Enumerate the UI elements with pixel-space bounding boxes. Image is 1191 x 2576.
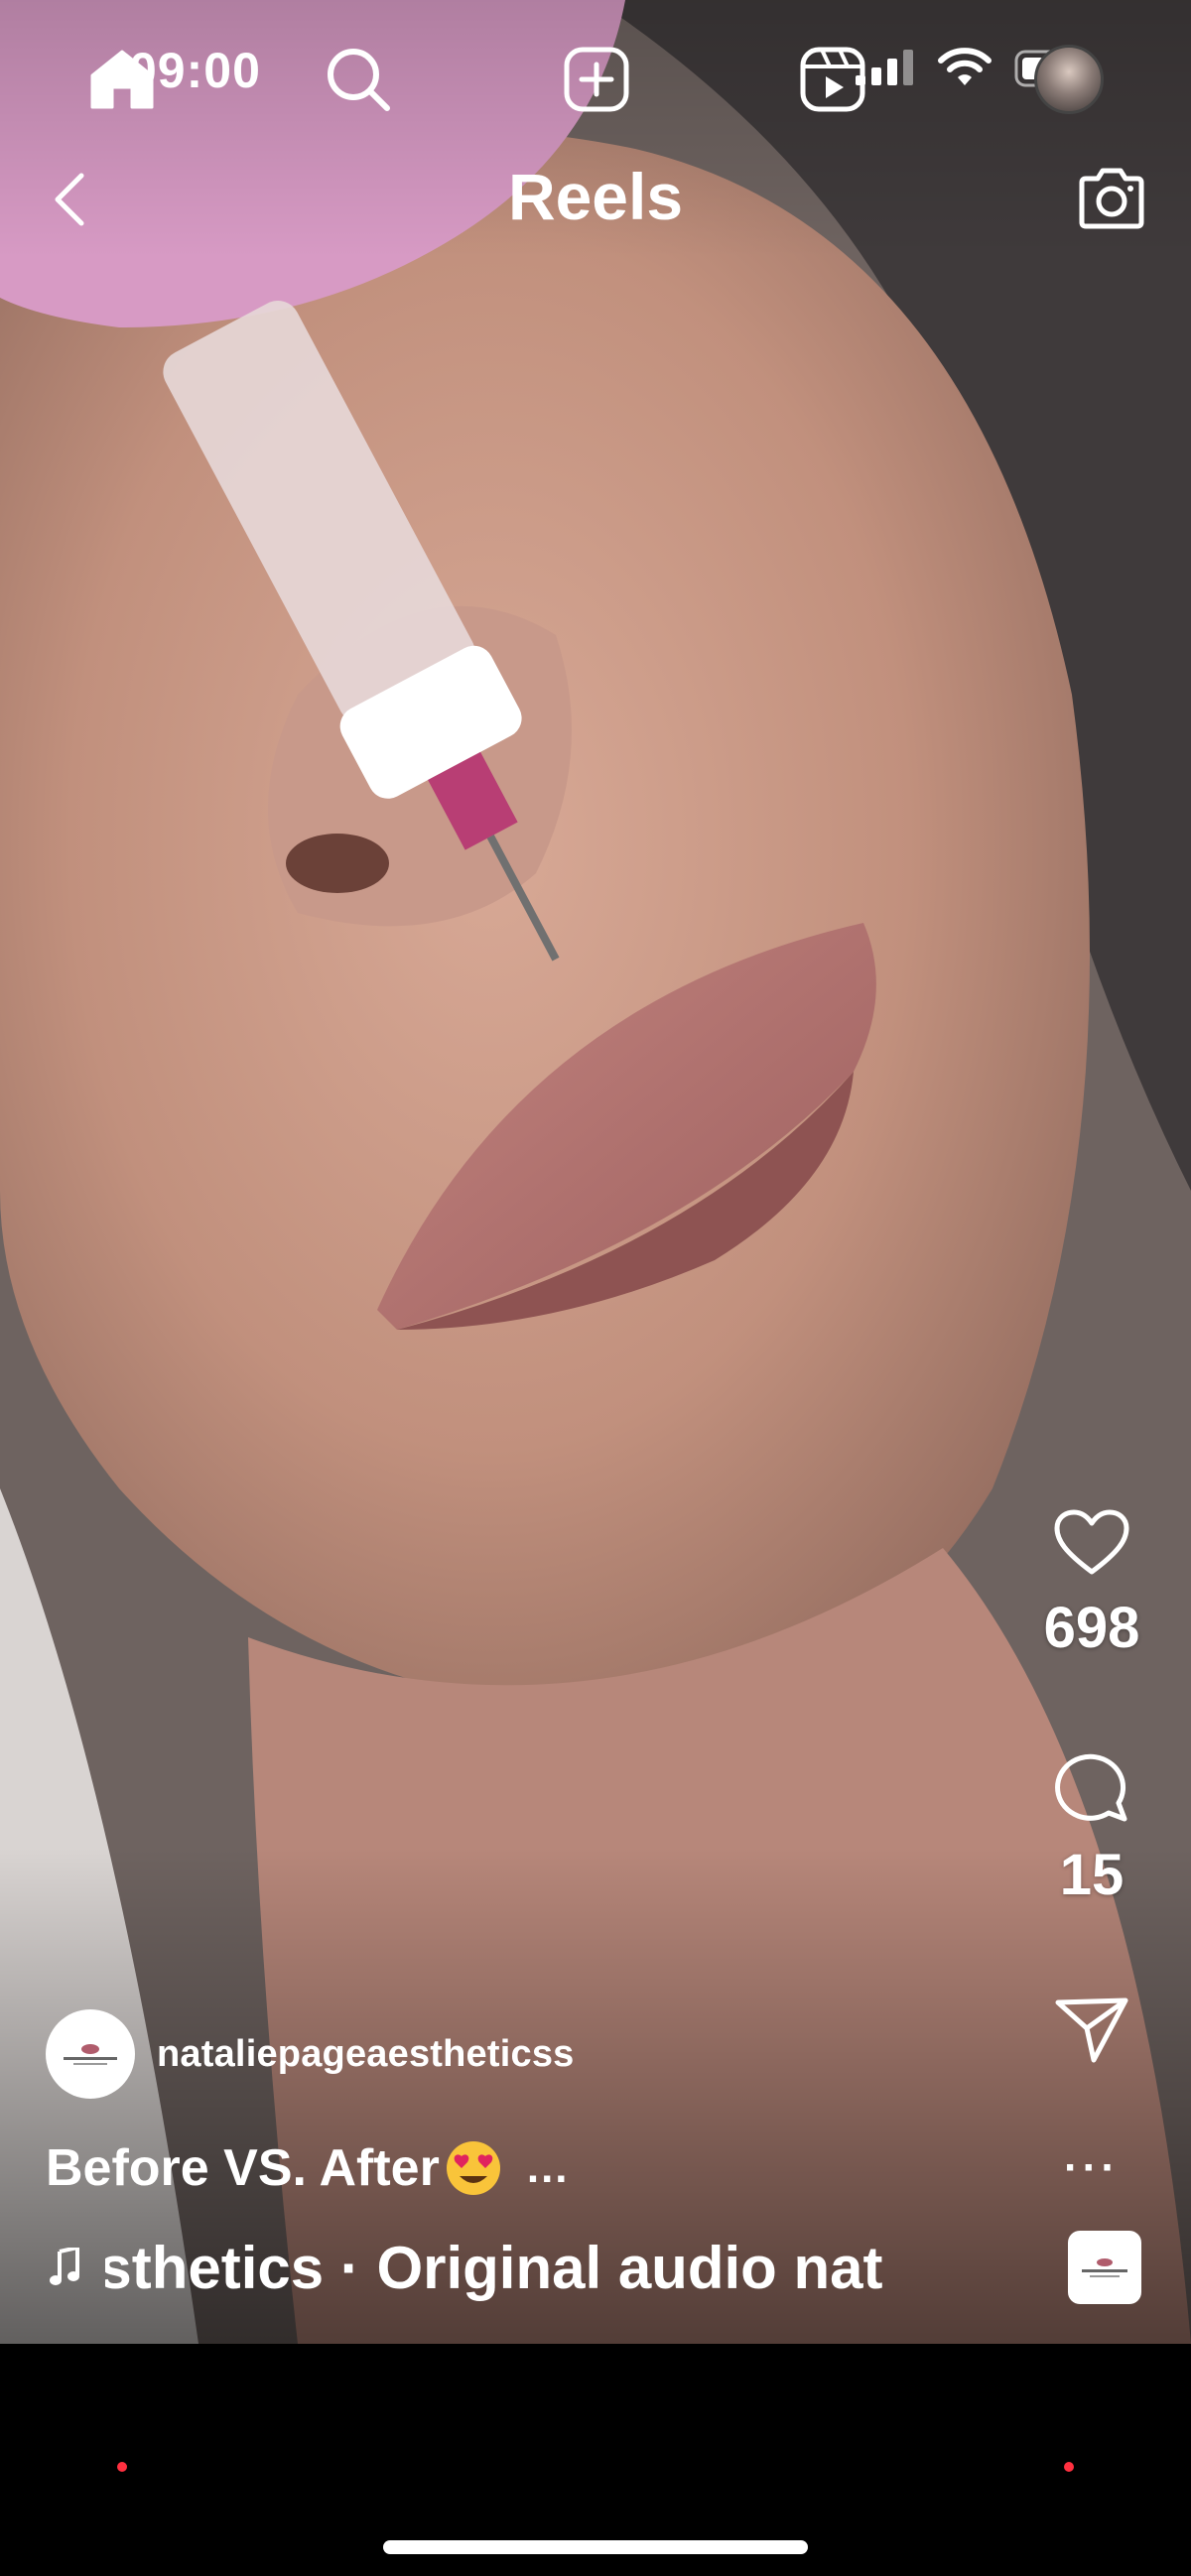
tab-search[interactable] xyxy=(309,30,408,129)
tab-home[interactable] xyxy=(72,30,172,129)
heart-eyes-emoji-icon xyxy=(446,2141,500,2195)
caption-more[interactable]: ... xyxy=(527,2143,570,2193)
search-icon xyxy=(328,49,390,111)
camera-icon xyxy=(1079,168,1144,229)
back-button[interactable] xyxy=(40,164,99,235)
profile-avatar xyxy=(1034,45,1104,114)
share-action xyxy=(992,1995,1191,2069)
profile-notification-dot xyxy=(1064,2462,1074,2472)
tab-create[interactable] xyxy=(547,30,646,129)
plus-square-icon xyxy=(564,47,629,112)
home-icon xyxy=(90,50,154,109)
home-indicator[interactable] xyxy=(383,2540,808,2554)
heart-icon[interactable] xyxy=(1053,1508,1130,1578)
author-username[interactable]: nataliepageaestheticss xyxy=(157,2033,575,2076)
reel-video[interactable] xyxy=(0,0,1191,2344)
comment-action: 15 xyxy=(992,1751,1191,1908)
comment-bubble-icon[interactable] xyxy=(1053,1751,1130,1825)
tab-profile[interactable] xyxy=(1019,30,1119,129)
audio-title: esthetics · Original audio nat xyxy=(105,2235,883,2301)
brand-logo-icon xyxy=(1082,2258,1127,2277)
like-count[interactable]: 698 xyxy=(992,1595,1191,1661)
tab-reels[interactable] xyxy=(783,30,882,129)
music-note-icon xyxy=(50,2248,79,2285)
author-row[interactable]: nataliepageaestheticss xyxy=(46,2009,575,2099)
brand-logo-icon xyxy=(64,2044,117,2065)
audio-track-marquee: esthetics · Original audio nat xyxy=(105,2228,1038,2307)
caption-text: Before VS. After xyxy=(46,2139,440,2197)
camera-button[interactable] xyxy=(1072,159,1151,238)
like-action: 698 xyxy=(992,1508,1191,1661)
chevron-left-icon xyxy=(55,173,84,226)
wifi-icon xyxy=(938,48,992,85)
paper-plane-icon[interactable] xyxy=(1054,1995,1129,2064)
author-avatar[interactable] xyxy=(46,2009,135,2099)
post-caption[interactable]: Before VS. After ... xyxy=(46,2138,570,2198)
audio-thumbnail[interactable] xyxy=(1068,2231,1141,2304)
more-options-button[interactable]: ··· xyxy=(992,2143,1191,2193)
comment-count[interactable]: 15 xyxy=(992,1842,1191,1908)
home-notification-dot xyxy=(117,2462,127,2472)
audio-row[interactable]: esthetics · Original audio nat xyxy=(46,2228,1038,2307)
reels-icon xyxy=(800,47,865,112)
